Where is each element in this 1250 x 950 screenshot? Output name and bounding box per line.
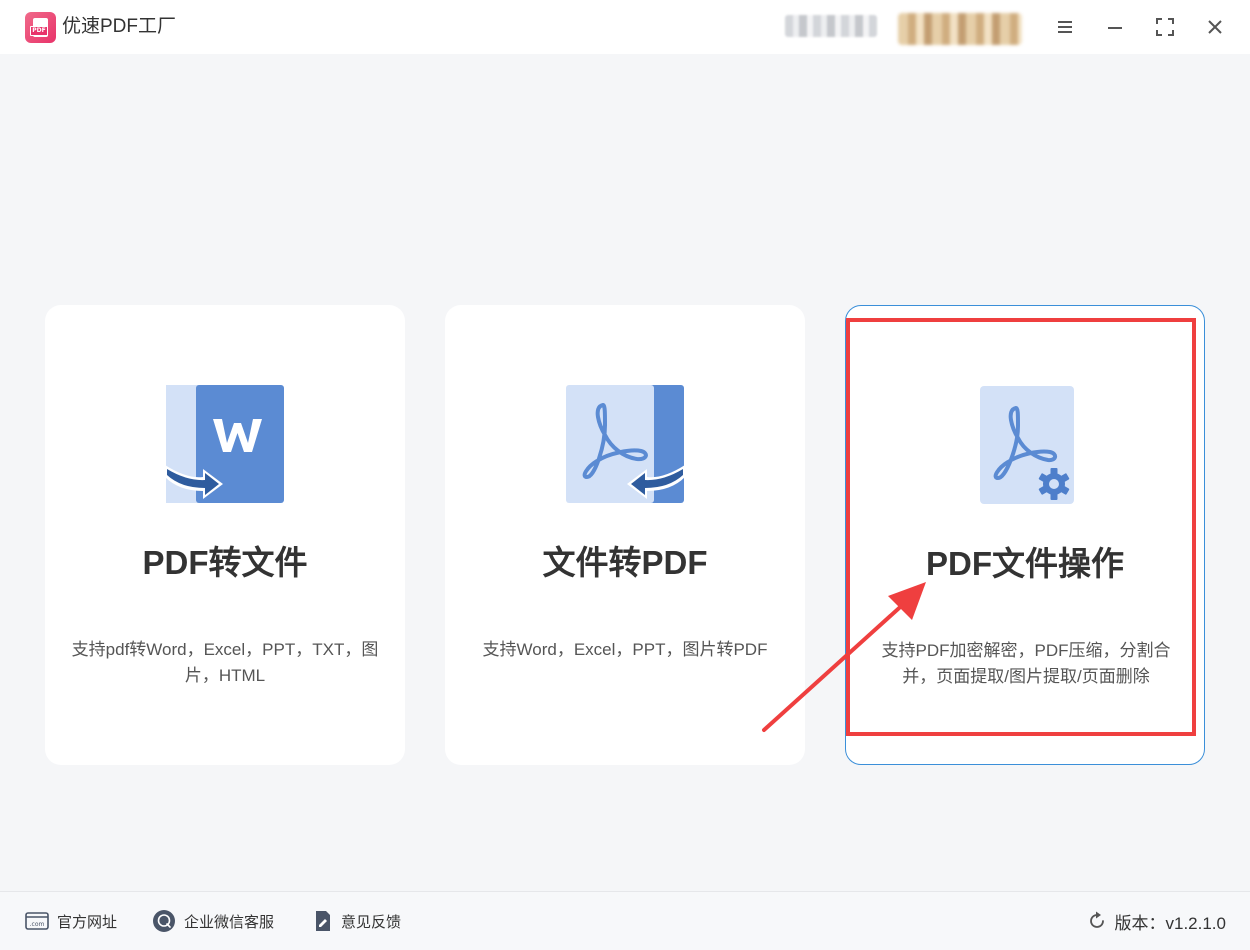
card-description: 支持Word，Excel，PPT，图片转PDF bbox=[482, 640, 768, 659]
user-account-blurred[interactable] bbox=[898, 13, 1022, 45]
card-title: PDF转文件 bbox=[142, 544, 308, 581]
website-icon: .com bbox=[25, 912, 49, 930]
card-description: 支持pdf转Word，Excel，PPT，TXT，图片，HTML bbox=[71, 640, 379, 685]
wechat-icon bbox=[153, 910, 175, 932]
title-bar: PDF 优速PDF工厂 bbox=[0, 0, 1250, 54]
user-id-blurred bbox=[785, 15, 877, 37]
footer: .com 官方网址 企业微信客服 意见反馈 版本：v1.2.1.0 bbox=[0, 891, 1250, 950]
app-title: 优速PDF工厂 bbox=[62, 16, 177, 37]
close-icon[interactable] bbox=[1200, 12, 1230, 42]
wechat-support-link[interactable]: 企业微信客服 bbox=[152, 909, 274, 933]
feedback-label: 意见反馈 bbox=[341, 913, 402, 931]
card-title: 文件转PDF bbox=[542, 544, 708, 581]
menu-icon[interactable] bbox=[1050, 12, 1080, 42]
refresh-icon bbox=[1089, 911, 1104, 928]
app-logo-icon: PDF bbox=[25, 12, 56, 43]
website-link[interactable]: .com 官方网址 bbox=[25, 909, 117, 933]
pdf-gear-icon bbox=[980, 386, 1074, 504]
feedback-icon bbox=[316, 911, 330, 931]
card-file-to-pdf[interactable]: 文件转PDF 支持Word，Excel，PPT，图片转PDF bbox=[445, 305, 805, 765]
card-pdf-operations[interactable]: PDF文件操作 支持PDF加密解密，PDF压缩，分割合并，页面提取/图片提取/页… bbox=[845, 305, 1205, 765]
feedback-link[interactable]: 意见反馈 bbox=[313, 909, 401, 933]
card-pdf-to-file[interactable]: PDF转文件 支持pdf转Word，Excel，PPT，TXT，图片，HTML bbox=[45, 305, 405, 765]
card-description: 支持PDF加密解密，PDF压缩，分割合并，页面提取/图片提取/页面删除 bbox=[881, 641, 1171, 686]
version-info[interactable]: 版本：v1.2.1.0 bbox=[1087, 909, 1227, 933]
maximize-icon[interactable] bbox=[1150, 12, 1180, 42]
website-label: 官方网址 bbox=[57, 913, 118, 931]
wechat-label: 企业微信客服 bbox=[184, 913, 275, 931]
svg-text:.com: .com bbox=[30, 921, 45, 928]
pdf-convert-icon bbox=[566, 385, 685, 503]
version-label: 版本：v1.2.1.0 bbox=[1114, 913, 1227, 933]
minimize-icon[interactable] bbox=[1100, 12, 1130, 42]
word-convert-icon bbox=[165, 385, 284, 503]
card-title: PDF文件操作 bbox=[926, 545, 1124, 582]
